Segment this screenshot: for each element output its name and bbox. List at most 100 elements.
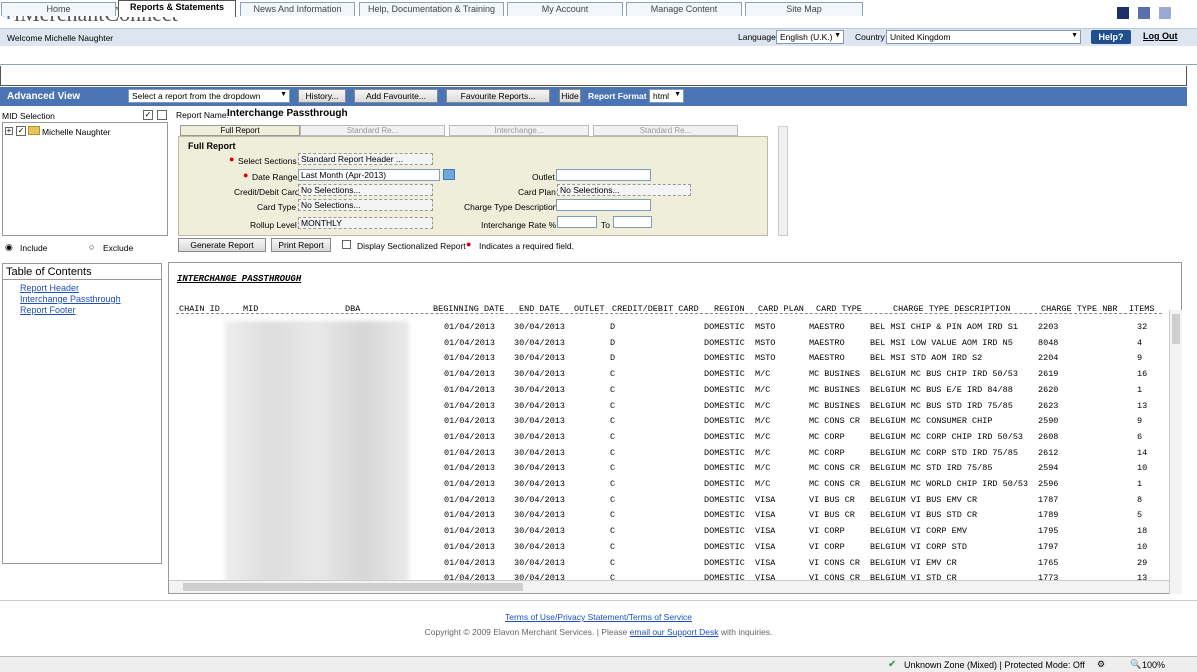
interchange-rate-label: Interchange Rate % xyxy=(481,220,557,230)
report-horizontal-scrollbar[interactable] xyxy=(169,580,1169,593)
help-button[interactable]: Help? xyxy=(1091,30,1131,44)
to-label: To xyxy=(601,220,610,230)
report-vertical-scrollbar[interactable] xyxy=(1169,310,1182,594)
filter-scrollbar[interactable] xyxy=(778,126,788,236)
expand-icon[interactable]: + xyxy=(5,127,13,135)
table-cell: 13 xyxy=(1137,400,1148,411)
table-cell: MC CONS CR xyxy=(809,463,861,474)
table-cell: 30/04/2013 xyxy=(514,479,566,489)
table-cell: 2623 xyxy=(1038,400,1059,411)
outlet-field[interactable] xyxy=(556,169,651,181)
generate-report-button[interactable]: Generate Report xyxy=(178,238,266,252)
toc-link-report-footer[interactable]: Report Footer xyxy=(20,305,76,315)
table-cell: 10 xyxy=(1137,463,1148,474)
language-select[interactable]: English (U.K.) ▼ xyxy=(776,30,844,44)
tab-news[interactable]: News And Information xyxy=(240,2,355,16)
column-header: OUTLET xyxy=(574,304,605,314)
exclude-radio[interactable]: ○ xyxy=(89,242,94,252)
tab-standard-report-1[interactable]: Standard Re... xyxy=(300,125,445,136)
calendar-icon[interactable] xyxy=(443,169,455,180)
sectionalized-label: Display Sectionalized Report xyxy=(357,241,466,251)
table-cell: MC BUSINES xyxy=(809,400,861,411)
toc-link-report-header[interactable]: Report Header xyxy=(20,283,79,293)
tree-item-label[interactable]: Michelle Naughter xyxy=(42,127,111,137)
table-cell: BEL MSI LOW VALUE AOM IRD N5 xyxy=(870,337,1013,348)
tab-my-account[interactable]: My Account xyxy=(507,2,623,16)
table-cell: VISA xyxy=(755,510,776,521)
select-all-checkbox[interactable]: ✓ xyxy=(143,110,153,120)
add-favourite-button[interactable]: Add Favourite... xyxy=(354,89,438,103)
table-cell: 30/04/2013 xyxy=(514,463,566,474)
table-cell: M/C xyxy=(755,479,771,489)
chevron-down-icon: ▼ xyxy=(834,32,841,39)
table-cell: 30/04/2013 xyxy=(514,322,566,332)
country-select[interactable]: United Kingdom ▼ xyxy=(886,30,1081,44)
logout-link[interactable]: Log Out xyxy=(1143,31,1178,41)
report-format-select[interactable]: html ▼ xyxy=(649,89,684,103)
table-cell: VISA xyxy=(755,526,776,537)
tree-checkbox[interactable]: ✓ xyxy=(16,126,26,136)
table-cell: 30/04/2013 xyxy=(514,557,566,568)
sectionalized-checkbox[interactable] xyxy=(342,240,351,249)
table-cell: DOMESTIC xyxy=(704,369,745,380)
country-label: Country xyxy=(855,32,885,42)
column-header: END DATE xyxy=(519,304,560,314)
tab-home[interactable]: Home xyxy=(1,2,116,16)
table-cell: DOMESTIC xyxy=(704,479,745,489)
table-cell: 16 xyxy=(1137,369,1148,380)
table-cell: 2203 xyxy=(1038,322,1059,332)
tab-manage-content[interactable]: Manage Content xyxy=(626,2,742,16)
rollup-level-field[interactable]: MONTHLY xyxy=(298,217,433,229)
theme-dark-icon[interactable] xyxy=(1117,7,1129,19)
copyright: Copyright © 2009 Elavon Merchant Service… xyxy=(0,627,1197,637)
table-cell: 9 xyxy=(1137,353,1143,364)
zone-status: Unknown Zone (Mixed) | Protected Mode: O… xyxy=(904,660,1085,670)
table-cell: BEL MSI CHIP & PIN AOM IRD S1 xyxy=(870,322,1018,332)
table-cell: MC CONS CR xyxy=(809,416,861,427)
tab-reports-statements[interactable]: Reports & Statements xyxy=(118,0,236,17)
table-cell: C xyxy=(610,400,616,411)
copyright-text: Copyright © 2009 Elavon Merchant Service… xyxy=(424,627,628,637)
card-plan-field[interactable]: No Selections... xyxy=(557,184,691,196)
charge-type-field[interactable] xyxy=(556,199,651,211)
theme-medium-icon[interactable] xyxy=(1138,7,1150,19)
card-type-field[interactable]: No Selections... xyxy=(298,199,433,211)
table-cell: DOMESTIC xyxy=(704,337,745,348)
terms-link[interactable]: Terms of Use/Privacy Statement/Terms of … xyxy=(0,612,1197,622)
include-radio[interactable]: ◉ xyxy=(5,242,13,253)
tab-full-report[interactable]: Full Report xyxy=(180,125,300,136)
deselect-all-checkbox[interactable] xyxy=(157,110,167,120)
toc-link-interchange[interactable]: Interchange Passthrough xyxy=(20,294,121,304)
table-cell: M/C xyxy=(755,369,771,380)
theme-light-icon[interactable] xyxy=(1159,7,1171,19)
tab-standard-report-2[interactable]: Standard Re... xyxy=(593,125,738,136)
print-report-button[interactable]: Print Report xyxy=(271,238,331,252)
zoom-level[interactable]: 100% xyxy=(1142,660,1165,670)
select-sections-field[interactable]: Standard Report Header ... xyxy=(298,153,433,165)
security-icon[interactable]: ⚙ xyxy=(1097,659,1105,670)
credit-debit-field[interactable]: No Selections... xyxy=(298,184,433,196)
table-cell: DOMESTIC xyxy=(704,431,745,442)
table-cell: C xyxy=(610,541,616,552)
interchange-rate-to[interactable] xyxy=(613,216,652,228)
table-cell: 30/04/2013 xyxy=(514,384,566,395)
table-cell: DOMESTIC xyxy=(704,384,745,395)
table-cell: 01/04/2013 xyxy=(444,463,496,474)
include-label: Include xyxy=(20,243,48,253)
tab-site-map[interactable]: Site Map xyxy=(745,2,863,16)
report-select[interactable]: Select a report from the dropdown ▼ xyxy=(128,89,290,103)
column-header: REGION xyxy=(714,304,745,314)
tab-interchange[interactable]: Interchange... xyxy=(449,125,589,136)
hide-button[interactable]: Hide xyxy=(559,89,581,103)
table-cell: 01/04/2013 xyxy=(444,353,496,364)
table-cell: 01/04/2013 xyxy=(444,384,496,395)
table-cell: C xyxy=(610,384,616,395)
history-button[interactable]: History... xyxy=(298,89,346,103)
table-cell: 29 xyxy=(1137,557,1148,568)
support-email-link[interactable]: email our Support Desk xyxy=(630,627,719,637)
tab-help-docs[interactable]: Help, Documentation & Training xyxy=(359,2,504,16)
table-cell: DOMESTIC xyxy=(704,463,745,474)
favourite-reports-button[interactable]: Favourite Reports... xyxy=(446,89,550,103)
date-range-field[interactable]: Last Month (Apr-2013) xyxy=(298,169,440,181)
interchange-rate-from[interactable] xyxy=(557,216,597,228)
